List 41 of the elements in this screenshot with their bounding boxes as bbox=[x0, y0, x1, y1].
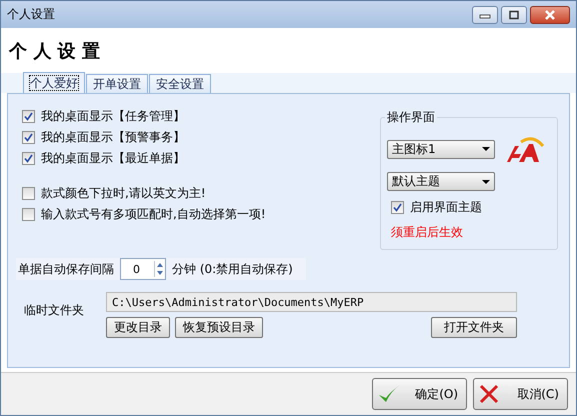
cross-icon bbox=[478, 383, 500, 405]
maximize-icon bbox=[508, 10, 520, 20]
tab[interactable]: 开单设置 bbox=[86, 74, 148, 93]
checkbox-label: 输入款式号有多项匹配时,自动选择第一项! bbox=[41, 206, 266, 223]
autosave-label: 单据自动保存间隔 bbox=[17, 260, 115, 278]
tab[interactable]: 个人爱好 bbox=[23, 72, 85, 93]
path-field[interactable]: C:\Users\Administrator\Documents\MyERP bbox=[106, 292, 517, 312]
checkbox[interactable] bbox=[22, 152, 35, 165]
dropdown-arrow-icon bbox=[482, 180, 490, 184]
tab[interactable]: 安全设置 bbox=[149, 74, 211, 93]
checkbox[interactable] bbox=[22, 187, 35, 200]
folder-button[interactable]: 更改目录 bbox=[106, 317, 170, 338]
autosave-hint: 分钟 (0:禁用自动保存) bbox=[171, 260, 294, 278]
group-title: 操作界面 bbox=[385, 109, 437, 126]
checkbox[interactable] bbox=[22, 131, 35, 144]
interval-spinner[interactable]: 0 bbox=[120, 258, 166, 280]
ok-button[interactable]: 确定(O) bbox=[372, 378, 467, 410]
temp-folder-label: 临时文件夹 bbox=[23, 302, 85, 319]
folder-button[interactable]: 恢复预设目录 bbox=[175, 317, 263, 338]
open-folder-button[interactable]: 打开文件夹 bbox=[431, 317, 517, 338]
spin-arrows-icon[interactable] bbox=[155, 261, 165, 277]
checkbox-label: 我的桌面显示【任务管理】 bbox=[41, 108, 185, 125]
checkbox-label: 款式颜色下拉时,请以英文为主! bbox=[41, 185, 206, 202]
minimize-button[interactable] bbox=[472, 6, 498, 24]
checkbox-label: 我的桌面显示【最近单据】 bbox=[41, 150, 185, 167]
close-button[interactable] bbox=[530, 6, 570, 24]
close-icon bbox=[544, 10, 556, 20]
dropdown-arrow-icon bbox=[482, 147, 490, 151]
checkbox[interactable] bbox=[391, 201, 404, 214]
checkbox[interactable] bbox=[22, 208, 35, 221]
maximize-button[interactable] bbox=[501, 6, 527, 24]
restart-note: 须重启后生效 bbox=[391, 224, 464, 241]
window-title: 个人设置 bbox=[7, 6, 55, 23]
theme-dropdown[interactable]: 默认主题 bbox=[387, 172, 495, 191]
checkbox-label: 我的桌面显示【预警事务】 bbox=[41, 129, 185, 146]
logo-icon bbox=[505, 134, 545, 164]
page-heading: 个 人 设 置 bbox=[9, 40, 100, 62]
icon-dropdown[interactable]: 主图标1 bbox=[387, 140, 495, 158]
cancel-button[interactable]: 取消(C) bbox=[473, 378, 568, 410]
checkbox-label: 启用界面主题 bbox=[410, 199, 482, 216]
checkbox[interactable] bbox=[22, 110, 35, 123]
